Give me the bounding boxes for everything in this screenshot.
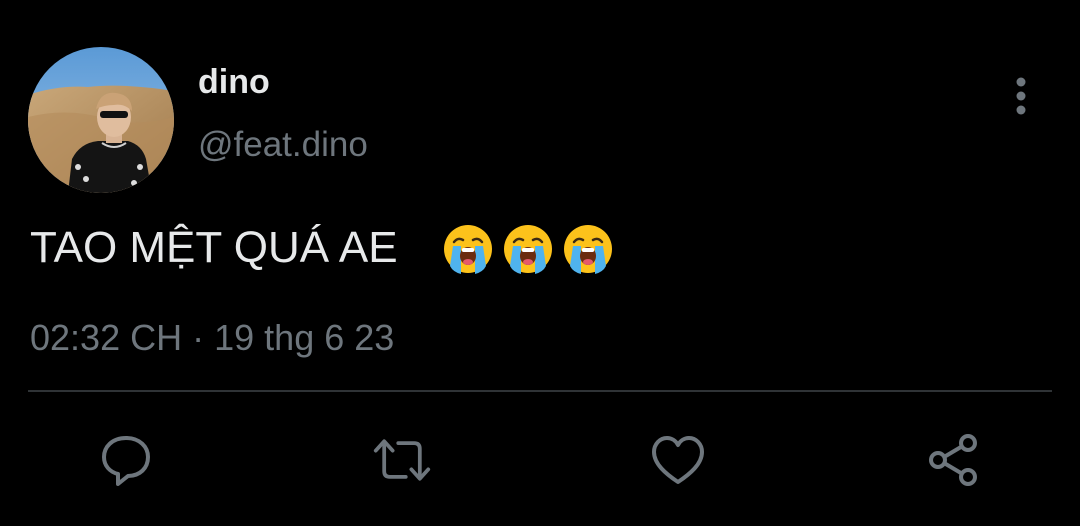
like-button[interactable] [648,430,708,490]
heart-icon [652,436,704,484]
tweet-date: 19 thg 6 23 [214,317,395,358]
vertical-ellipsis-icon [1016,77,1026,115]
user-handle[interactable]: @feat.dino [198,124,368,166]
divider [28,390,1052,392]
reply-button[interactable] [96,430,156,490]
speech-bubble-icon [102,436,150,486]
more-options-button[interactable] [1002,72,1042,120]
loudly-crying-face-icon [564,225,612,274]
display-name[interactable]: dino [198,62,270,102]
avatar[interactable] [28,47,174,193]
loudly-crying-face-icon [444,225,492,274]
loudly-crying-face-icon [504,225,552,274]
tweet-card: dino @feat.dino TAO MỆT QUÁ AE 02:32 CH … [0,0,1080,526]
tweet-timestamp[interactable]: 02:32 CH · 19 thg 6 23 [30,316,394,360]
share-button[interactable] [924,430,984,490]
retweet-button[interactable] [372,430,432,490]
tweet-text: TAO MỆT QUÁ AE [30,223,398,272]
retweet-icon [373,439,431,481]
avatar-photo [28,47,174,193]
meta-separator: · [192,317,205,358]
share-icon [929,434,977,486]
tweet-time: 02:32 CH [30,317,183,358]
emoji-row [441,222,615,278]
